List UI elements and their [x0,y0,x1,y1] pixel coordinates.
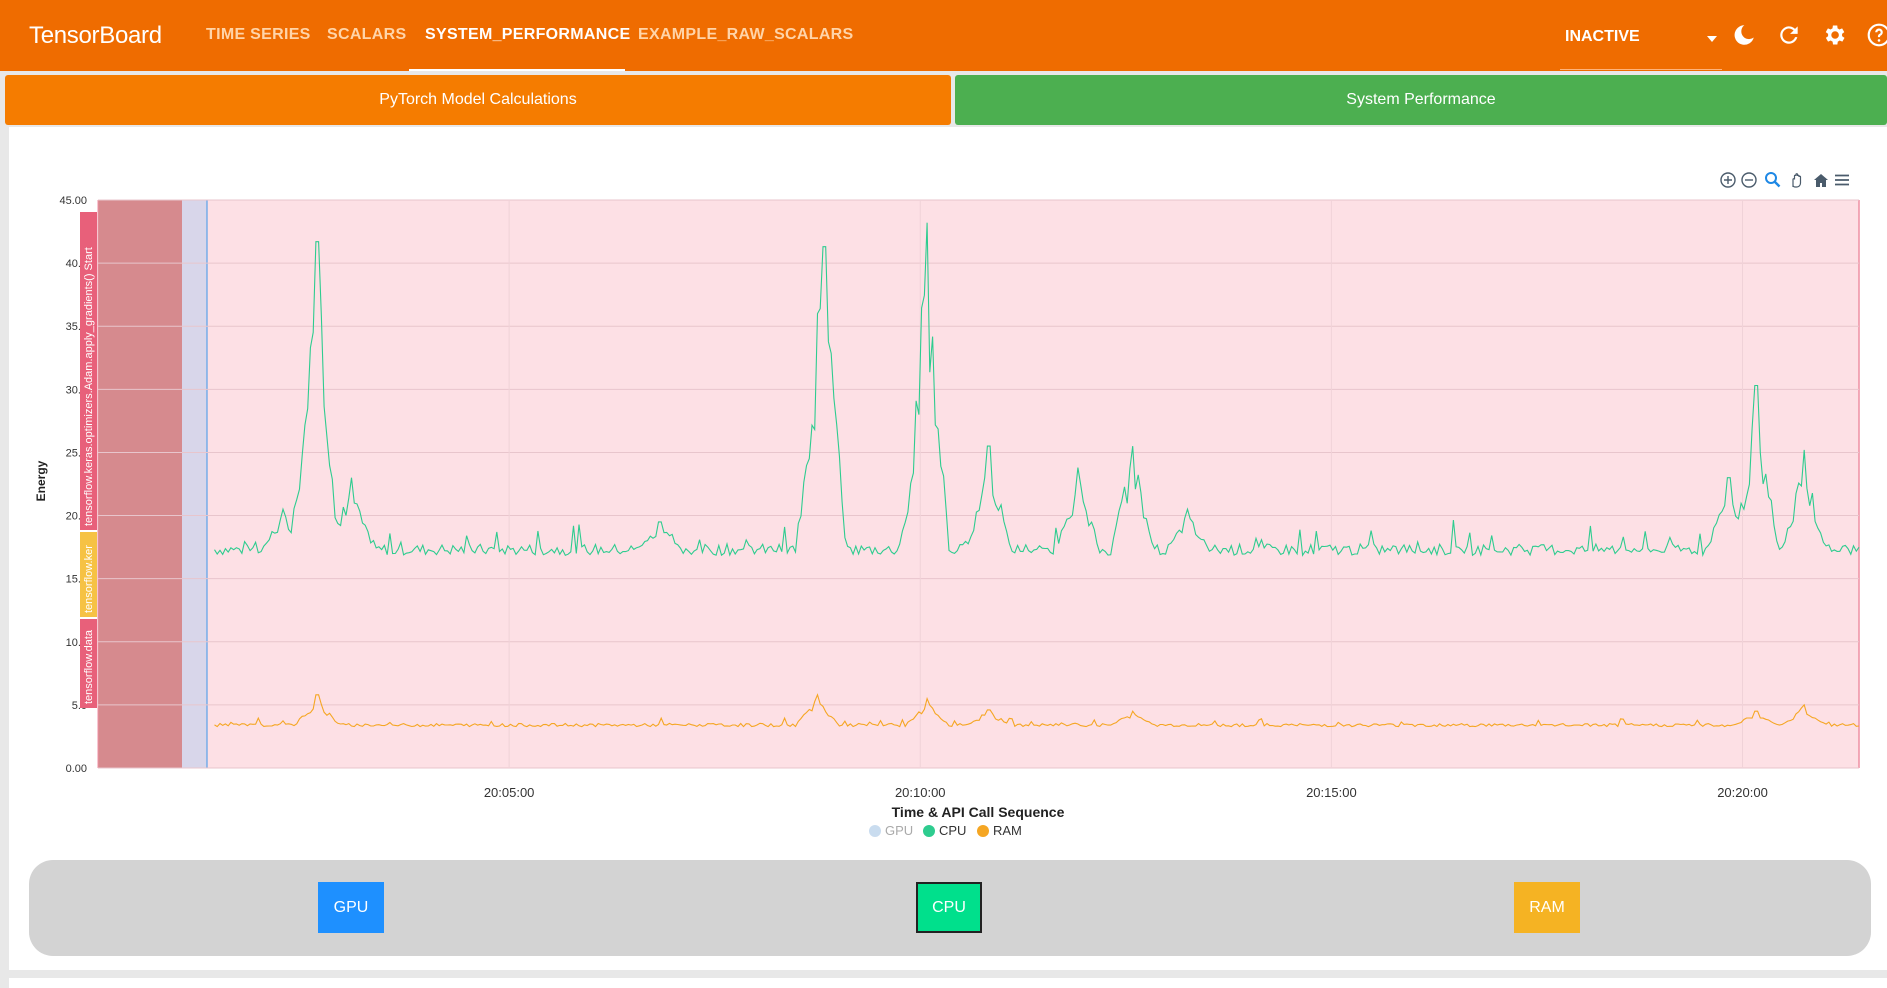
legend-marker-ram[interactable] [977,825,989,837]
next-panel-edge [9,978,1887,988]
annotation-label: tensorflow.data [83,629,95,704]
legend-marker-gpu[interactable] [869,825,881,837]
cpu-toggle-button[interactable]: CPU [916,882,982,933]
legend-marker-cpu[interactable] [923,825,935,837]
series-toggle-panel: GPU CPU RAM [29,860,1871,956]
y-tick-label: 0.00 [66,763,87,775]
x-tick-label: 20:05:00 [484,785,535,800]
legend-item-gpu[interactable]: GPU [885,823,913,838]
gpu-toggle-button[interactable]: GPU [318,882,384,933]
annotation-label: tensorflow.ker [83,545,95,613]
x-tick-label: 20:10:00 [895,785,946,800]
plot-background-band [98,200,1859,768]
ram-toggle-button[interactable]: RAM [1514,882,1580,933]
zoom-in-icon[interactable] [1719,171,1737,189]
api-call-band-light [182,200,207,768]
x-tick-label: 20:15:00 [1306,785,1357,800]
y-tick-label: 45.00 [59,195,87,207]
reset-home-icon[interactable] [1812,171,1830,189]
energy-chart: 0.005.010.015.020.025.030.035.040.045.00… [34,195,1860,838]
x-axis-label: Time & API Call Sequence [892,804,1065,820]
menu-icon[interactable] [1833,171,1851,189]
y-axis-label: Energy [34,460,48,501]
pan-icon[interactable] [1788,171,1806,189]
zoom-out-icon[interactable] [1740,171,1758,189]
annotation-label: tensorflow.keras.optimizers.Adam.apply_g… [83,247,95,526]
legend-item-cpu[interactable]: CPU [939,823,966,838]
selection-zoom-icon[interactable] [1764,171,1782,189]
api-call-band [98,200,182,768]
x-tick-label: 20:20:00 [1717,785,1768,800]
legend-item-ram[interactable]: RAM [993,823,1022,838]
